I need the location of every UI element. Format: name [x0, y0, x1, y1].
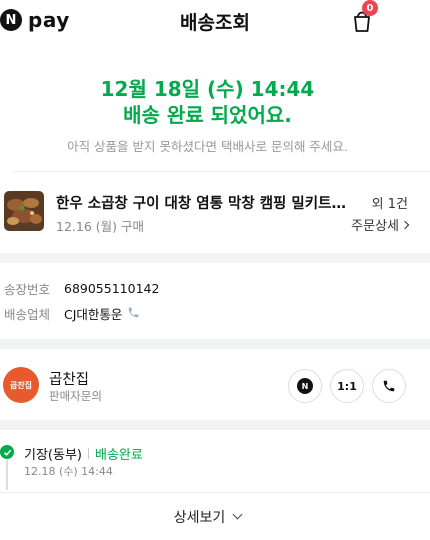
seller-section: 곱찬집 곱찬집 판매자문의 N 1:1: [0, 362, 430, 410]
talktalk-button[interactable]: N: [288, 369, 322, 403]
section-gap: [0, 420, 430, 430]
order-date: 12.16 (월) 구매: [56, 219, 144, 234]
talktalk-icon: N: [297, 378, 313, 394]
seller-inquiry-label: 판매자문의: [49, 389, 102, 403]
product-thumbnail: [4, 191, 44, 231]
invoice-label: 송장번호: [4, 282, 51, 297]
invoice-number[interactable]: 689055110142: [64, 281, 159, 296]
carrier-row: 배송업체 CJ대한통운: [4, 304, 140, 323]
timeline-separator: [87, 448, 89, 459]
cart-count-badge: 0: [362, 0, 378, 16]
delivered-message: 배송 완료 되었어요.: [123, 103, 292, 127]
order-product[interactable]: 한우 소곱창 구이 대창 염통 막창 캠핑 밀키트 선물세트 12.16 (월)…: [0, 186, 430, 240]
seller-logo: 곱찬집: [3, 367, 39, 403]
delivery-status: 12월 18일 (수) 14:44 배송 완료 되었어요. 아직 상품을 받지 …: [0, 76, 415, 155]
seller-call-button[interactable]: [372, 369, 406, 403]
extra-item-count: 외 1건: [371, 197, 408, 212]
view-details-label: 상세보기: [173, 510, 226, 526]
invoice-row: 송장번호 689055110142: [4, 279, 159, 298]
timeline-entry: 기장(동부) 배송완료: [24, 444, 143, 463]
order-detail-link[interactable]: 주문상세: [351, 215, 410, 234]
phone-icon: [383, 380, 395, 392]
divider: [0, 492, 430, 493]
divider: [14, 171, 430, 172]
timeline-location: 기장(동부): [24, 448, 82, 463]
one-on-one-inquiry-button[interactable]: 1:1: [330, 369, 364, 403]
timeline-check-icon: [0, 445, 14, 459]
carrier-label: 배송업체: [4, 307, 51, 322]
seller-name[interactable]: 곱찬집: [49, 368, 89, 389]
order-detail-label: 주문상세: [351, 219, 399, 234]
header: N pay 배송조회 0: [0, 0, 430, 38]
delivery-guide-text: 아직 상품을 받지 못하셨다면 택배사로 문의해 주세요.: [67, 139, 348, 154]
section-gap: [0, 339, 430, 349]
chevron-right-icon: [400, 220, 410, 229]
chevron-down-icon: [232, 509, 243, 520]
view-details-button[interactable]: 상세보기: [0, 507, 415, 527]
delivered-datetime: 12월 18일 (수) 14:44: [100, 77, 315, 101]
timeline-line: [6, 460, 8, 490]
timeline-status: 배송완료: [94, 448, 143, 463]
section-gap: [0, 253, 430, 263]
timeline-time: 12.18 (수) 14:44: [24, 465, 113, 478]
carrier-name: CJ대한통운: [64, 307, 123, 322]
product-name[interactable]: 한우 소곱창 구이 대창 염통 막창 캠핑 밀키트 선물세트: [56, 192, 346, 213]
carrier-phone-icon[interactable]: [127, 306, 140, 322]
